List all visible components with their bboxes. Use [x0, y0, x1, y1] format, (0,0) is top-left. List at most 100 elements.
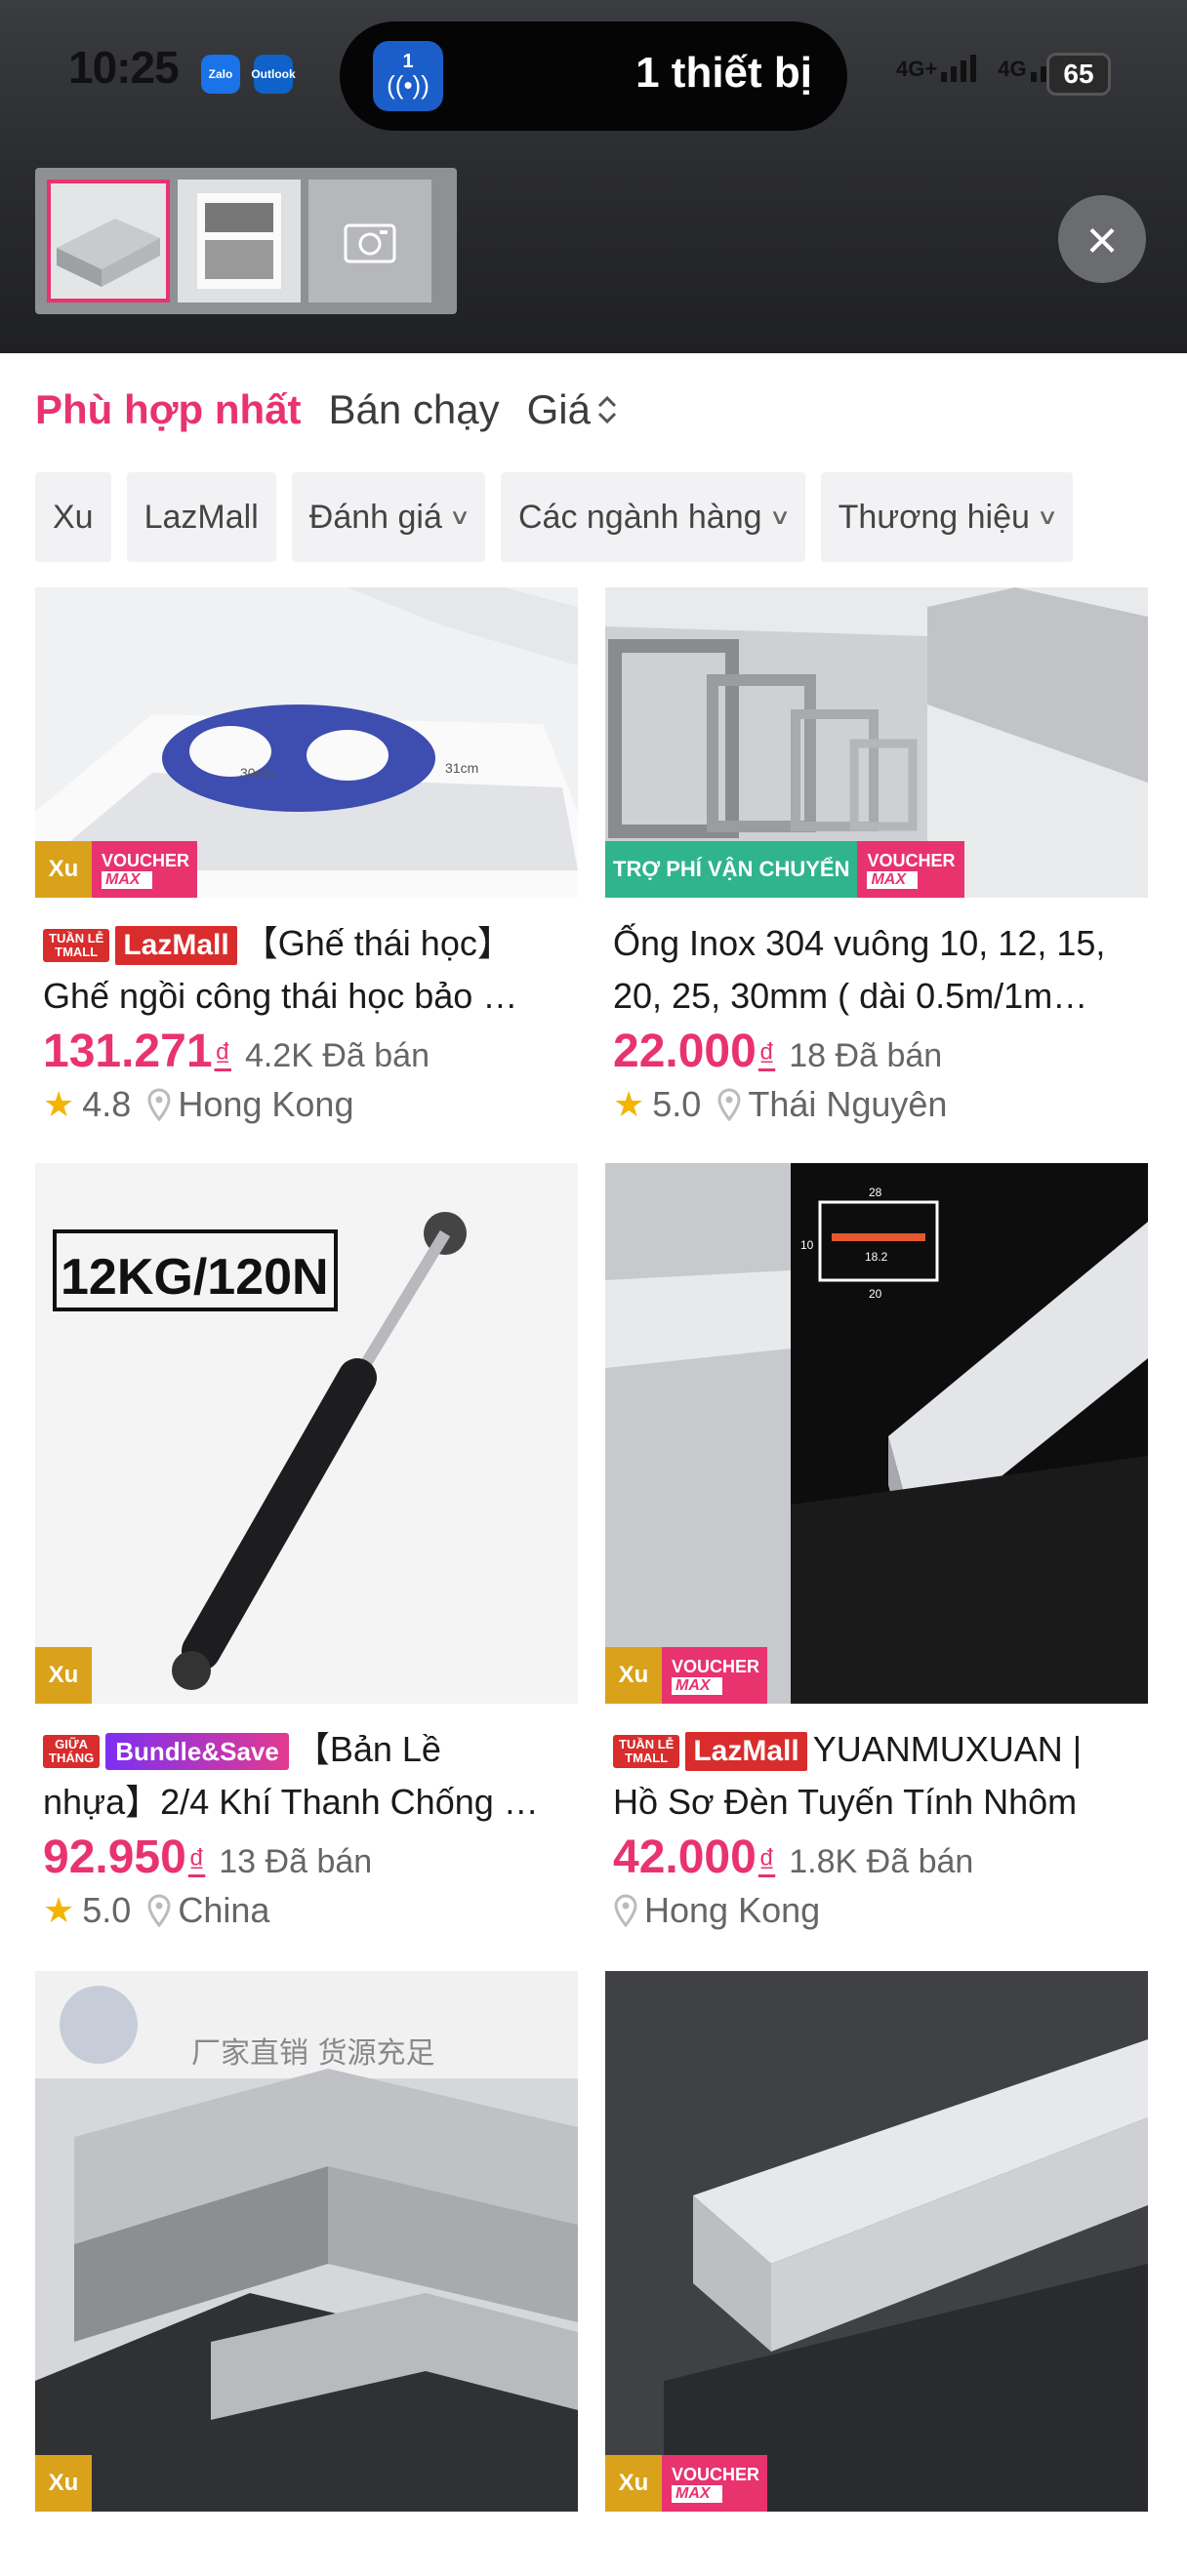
product-image: 厂家直销 货源充足 Xu	[35, 1971, 578, 2512]
location-pin-icon	[717, 1088, 741, 1121]
voucher-max-badge: VOUCHER MAX	[92, 841, 197, 898]
xu-badge: Xu	[35, 841, 92, 898]
title-line: YUANMUXUAN |	[812, 1729, 1083, 1769]
bundle-save-tag: Bundle&Save	[105, 1733, 289, 1771]
shipping-support-badge: TRỢ PHÍ VẬN CHUYỂN	[605, 841, 858, 898]
product-image: 30cm 31cm Xu VOUCHER MAX	[35, 587, 578, 898]
voucher-max-badge: VOUCHER MAX	[662, 2455, 767, 2512]
badge-row: Xu VOUCHER MAX	[35, 841, 197, 898]
currency: ₫	[757, 1037, 776, 1074]
sold-count: 13 Đã bán	[219, 1843, 373, 1880]
location: China	[178, 1890, 270, 1930]
badge-row: Xu VOUCHER MAX	[605, 1647, 767, 1704]
product-image: Xu VOUCHER MAX	[605, 1971, 1148, 2512]
filter-label: Đánh giá	[308, 498, 442, 536]
star-icon: ★	[43, 1890, 75, 1930]
badge-row: Xu VOUCHER MAX	[605, 2455, 767, 2512]
location: Hong Kong	[178, 1084, 354, 1124]
price-row: 92.950 ₫ 13 Đã bán	[35, 1831, 578, 1884]
sort-best-match[interactable]: Phù hợp nhất	[35, 386, 302, 433]
filter-chip-lazmall[interactable]: LazMall	[126, 472, 276, 562]
location: Hong Kong	[644, 1890, 821, 1930]
dynamic-island[interactable]: 1 ((•)) 1 thiết bị	[340, 21, 847, 131]
sold-count: 1.8K Đã bán	[789, 1843, 974, 1880]
product-card[interactable]: 厂家直销 货源充足 Xu	[35, 1971, 578, 2512]
title-line: Hồ Sơ Đèn Tuyến Tính Nhôm	[613, 1782, 1078, 1822]
camera-icon[interactable]	[308, 180, 431, 302]
chevron-down-icon: ∨	[1036, 504, 1059, 529]
image-dim-label: 31cm	[445, 760, 478, 776]
product-card[interactable]: TRỢ PHÍ VẬN CHUYỂN VOUCHER MAX Ống Inox 3…	[605, 587, 1148, 1125]
price-row: 42.000 ₫ 1.8K Đã bán	[605, 1831, 1148, 1884]
zalo-icon: Zalo	[201, 55, 240, 94]
sold-count: 18 Đã bán	[789, 1037, 943, 1074]
tmall-week-tag: TUẦN LỄ TMALL	[613, 1735, 680, 1769]
product-title: GIỮA THÁNG Bundle&Save 【Bản Lề nhựa】2/4 Khí…	[35, 1723, 578, 1829]
rating: 4.8	[82, 1084, 132, 1124]
title-line: 【Bản Lề	[294, 1729, 441, 1769]
title-line: nhựa】2/4 Khí Thanh Chống …	[43, 1782, 539, 1822]
voucher-max-badge: VOUCHER MAX	[857, 841, 965, 898]
island-text: 1 thiết bị	[635, 49, 812, 97]
product-card[interactable]: 28 10 18.2 20 Xu VOUCHER MAX TUẦN LỄ TMALL…	[605, 1163, 1148, 1931]
dim-label: 18.2	[865, 1250, 888, 1264]
xu-badge: Xu	[35, 2455, 92, 2512]
sort-price-label: Giá	[526, 386, 591, 432]
thumbnail-item[interactable]	[178, 180, 301, 302]
location: Thái Nguyên	[748, 1084, 948, 1124]
badge-row: Xu	[35, 1647, 92, 1704]
star-icon: ★	[43, 1084, 75, 1124]
sort-price[interactable]: Giá	[527, 386, 618, 433]
price: 22.000	[613, 1026, 757, 1077]
currency: ₫	[187, 1843, 206, 1880]
tmall-week-tag: TUẦN LỄ TMALL	[43, 929, 110, 963]
price: 92.950	[43, 1831, 186, 1883]
product-card[interactable]: 30cm 31cm Xu VOUCHER MAX TUẦN LỄ TMALL LazM…	[35, 587, 578, 1125]
thumbnail-selected[interactable]	[47, 180, 170, 302]
meta-row: ★ 5.0 Thái Nguyên	[605, 1084, 1148, 1125]
product-title: TUẦN LỄ TMALL LazMall YUANMUXUAN | Hồ Sơ Đè…	[605, 1723, 1148, 1829]
filter-label: Thương hiệu	[838, 498, 1030, 536]
price: 131.271	[43, 1026, 213, 1077]
filter-chips: Xu LazMall Đánh giá ∨ Các ngành hàng ∨ Thư…	[35, 472, 1074, 562]
product-card[interactable]: Xu VOUCHER MAX	[605, 1971, 1148, 2512]
voucher-max-badge: VOUCHER MAX	[662, 1647, 767, 1704]
outlook-icon: Outlook	[251, 55, 296, 94]
filter-chip-categories[interactable]: Các ngành hàng ∨	[500, 472, 805, 562]
title-line: Ống Inox 304 vuông 10, 12, 15,	[613, 923, 1106, 963]
product-card[interactable]: 12KG/120N Xu GIỮA THÁNG Bundle&Save 【Bản Lề…	[35, 1163, 578, 1931]
price-row: 22.000 ₫ 18 Đã bán	[605, 1025, 1148, 1078]
xu-badge: Xu	[605, 1647, 662, 1704]
meta-row: ★ 4.8 Hong Kong	[35, 1084, 578, 1125]
filter-chip-rating[interactable]: Đánh giá ∨	[291, 472, 485, 562]
rating: 5.0	[652, 1084, 702, 1124]
meta-row: Hong Kong	[605, 1890, 1148, 1931]
sort-bar: Phù hợp nhất Bán chạy Giá	[35, 386, 618, 433]
signal-bars-icon	[941, 55, 977, 82]
meta-row: ★ 5.0 China	[35, 1890, 578, 1931]
network-label-2: 4G	[998, 57, 1027, 81]
filter-chip-xu[interactable]: Xu	[35, 472, 111, 562]
sort-toggle-icon	[597, 395, 617, 424]
title-line: Ghế ngồi công thái học bảo …	[43, 976, 518, 1016]
search-image-thumbnails	[35, 168, 457, 314]
filter-chip-brand[interactable]: Thương hiệu ∨	[820, 472, 1074, 562]
rating: 5.0	[82, 1890, 132, 1930]
title-line: 【Ghế thái học】	[242, 923, 512, 963]
chevron-down-icon: ∨	[768, 504, 791, 529]
location-pin-icon	[147, 1088, 171, 1121]
price: 42.000	[613, 1831, 757, 1883]
image-search-header: 10:25 Zalo Outlook 1 ((•)) 1 thiết bị 4G…	[0, 0, 1187, 353]
image-caption: 厂家直销 货源充足	[191, 2036, 435, 2071]
battery-indicator: 65	[1046, 53, 1111, 96]
product-image: 28 10 18.2 20 Xu VOUCHER MAX	[605, 1163, 1148, 1704]
currency: ₫	[757, 1843, 776, 1880]
close-icon[interactable]: ×	[1058, 195, 1146, 283]
signal-indicator: 4G+ 4G	[896, 55, 1066, 82]
star-icon: ★	[613, 1084, 645, 1124]
sort-best-selling[interactable]: Bán chạy	[329, 386, 500, 433]
badge-row: Xu	[35, 2455, 92, 2512]
filter-label: Các ngành hàng	[517, 498, 762, 536]
xu-badge: Xu	[35, 1647, 92, 1704]
location-pin-icon	[614, 1894, 637, 1927]
